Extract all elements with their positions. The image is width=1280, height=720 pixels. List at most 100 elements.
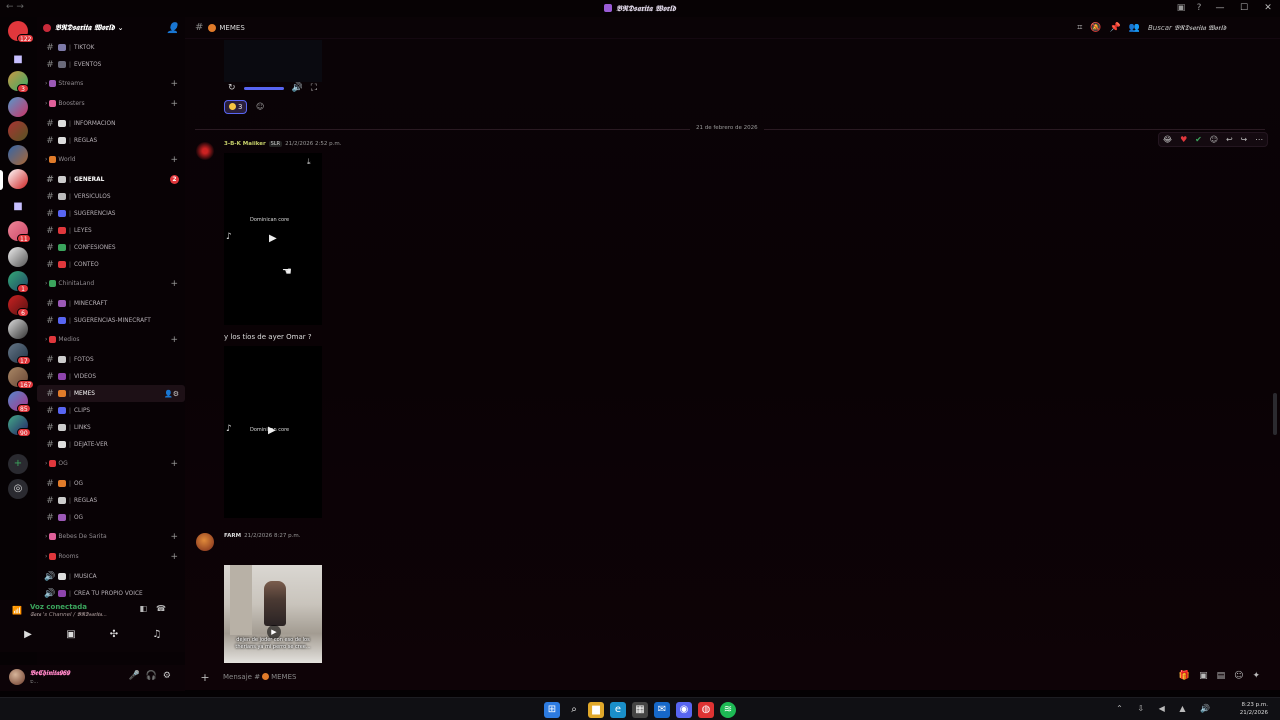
channel-item[interactable]: # | LEYES: [37, 222, 185, 239]
inbox-icon[interactable]: ▣: [1172, 0, 1190, 17]
server-icon-active[interactable]: [8, 169, 28, 189]
category-header[interactable]: › Bebes De Sarita +: [37, 528, 185, 545]
channel-item[interactable]: # | REGLAS: [37, 492, 185, 509]
volume-slider[interactable]: [243, 86, 284, 90]
add-channel-icon[interactable]: +: [170, 279, 178, 289]
channel-item[interactable]: # | OG: [37, 475, 185, 492]
server-icon-3[interactable]: [8, 121, 28, 141]
volume-icon[interactable]: 🔊: [292, 83, 303, 93]
channel-item[interactable]: # | EVENTOS: [37, 56, 185, 73]
store-icon[interactable]: ▦: [632, 702, 648, 718]
threads-icon[interactable]: ⌗: [1077, 23, 1082, 33]
heart-icon[interactable]: ♥: [1180, 135, 1187, 144]
channel-item[interactable]: # | CONTEO: [37, 256, 185, 273]
scrollbar[interactable]: [1273, 393, 1277, 435]
system-tray[interactable]: ⌃ ⇩ ◀ ▲ 🔊: [1116, 704, 1216, 713]
reply-icon[interactable]: ↩: [1226, 135, 1233, 144]
category-header[interactable]: › Boosters +: [37, 95, 185, 112]
members-icon[interactable]: 👥: [1129, 23, 1140, 33]
channel-item[interactable]: # | REGLAS: [37, 132, 185, 149]
add-channel-icon[interactable]: +: [170, 459, 178, 469]
file-explorer-icon[interactable]: ▆: [588, 702, 604, 718]
category-header[interactable]: › Medios +: [37, 331, 185, 348]
add-channel-icon[interactable]: +: [170, 552, 178, 562]
activities-icon[interactable]: ✣: [106, 627, 122, 643]
start-icon[interactable]: ⊞: [544, 702, 560, 718]
mail-icon[interactable]: ✉: [654, 702, 670, 718]
channel-item[interactable]: # | TIKTOK: [37, 39, 185, 56]
replay-icon[interactable]: ↻: [228, 83, 236, 93]
channel-item[interactable]: # | GENERAL 2: [37, 171, 185, 188]
channel-item[interactable]: # | MINECRAFT: [37, 295, 185, 312]
laugh-emoji-icon[interactable]: 😂: [1163, 135, 1172, 144]
server-icon-9[interactable]: [8, 319, 28, 339]
category-header[interactable]: › OG +: [37, 455, 185, 472]
folder-icon[interactable]: ■: [11, 200, 25, 214]
chrome-icon[interactable]: ◍: [698, 702, 714, 718]
search-icon[interactable]: ⌕: [566, 702, 582, 718]
fullscreen-icon[interactable]: ⛶: [311, 83, 317, 93]
channel-item[interactable]: # | SUGERENCIAS-MINECRAFT: [37, 312, 185, 329]
channel-item[interactable]: # | LINKS: [37, 419, 185, 436]
channel-item[interactable]: # | CONFESIONES: [37, 239, 185, 256]
add-reaction-icon[interactable]: ☺: [256, 102, 264, 111]
notifications-icon[interactable]: 🔕: [1090, 23, 1101, 33]
channel-item[interactable]: # | SUGERENCIAS: [37, 205, 185, 222]
add-channel-icon[interactable]: +: [170, 532, 178, 542]
channel-item[interactable]: # | MEMES 👤⚙: [37, 385, 185, 402]
attach-icon[interactable]: +: [195, 671, 215, 684]
play-icon[interactable]: ▶: [268, 425, 276, 436]
author-name[interactable]: FARM: [224, 533, 241, 539]
category-header[interactable]: › World +: [37, 151, 185, 168]
avatar[interactable]: [196, 533, 214, 551]
channel-item[interactable]: # | OG: [37, 509, 185, 526]
server-icon-4[interactable]: [8, 145, 28, 165]
maximize-button[interactable]: ☐: [1232, 0, 1256, 17]
add-reaction-icon[interactable]: ☺: [1210, 135, 1218, 144]
voice-channel-name[interactable]: 𝕾𝖆𝖗𝖆 's Channel / 𝕭𝕽𝕯𝖘𝖆𝖗𝖎𝖙𝖆...: [30, 612, 107, 619]
channel-item[interactable]: # | VERSICULOS: [37, 188, 185, 205]
add-channel-icon[interactable]: +: [170, 335, 178, 345]
server-header[interactable]: 𝕭𝕽𝕯𝖘𝖆𝖗𝖎𝖙𝖆 𝖂𝖔𝖗𝖑𝖉 ⌄ 👤: [37, 17, 185, 39]
camera-icon[interactable]: ▶: [20, 627, 36, 643]
channel-item[interactable]: 🔊 | MUSICA: [37, 568, 185, 585]
clock[interactable]: 8:23 p.m. 21/2/2026: [1240, 701, 1268, 717]
category-header[interactable]: › Rooms +: [37, 548, 185, 565]
user-controls[interactable]: 🎤🎧⚙: [129, 671, 177, 681]
forward-icon[interactable]: ↪: [1241, 135, 1248, 144]
soundboard-icon[interactable]: ♫: [149, 627, 165, 643]
folder-icon[interactable]: ■: [11, 53, 25, 67]
pin-icon[interactable]: 📌: [1110, 23, 1121, 33]
video-thumbnail[interactable]: ▶ dejen de joder con eso de los therians…: [224, 565, 322, 663]
avatar[interactable]: [9, 669, 25, 685]
avatar[interactable]: [196, 142, 214, 160]
username[interactable]: 𝕭𝖊𝕮𝖍𝖎𝖓𝖎𝖙𝖆𝟵𝟲𝟵: [30, 669, 70, 678]
channel-item[interactable]: # | DEJATE-VER: [37, 436, 185, 453]
channel-item[interactable]: # | VIDEOS: [37, 368, 185, 385]
voice-tools[interactable]: ◧☎: [139, 604, 175, 613]
play-icon[interactable]: ▶: [269, 233, 277, 244]
category-header[interactable]: › ChinitaLand +: [37, 275, 185, 292]
search-input[interactable]: Buscar 𝕭𝕽𝕯𝖘𝖆𝖗𝖎𝖙𝖆 𝖂𝖔𝖗𝖑𝖉: [1148, 21, 1270, 35]
edge-icon[interactable]: e: [610, 702, 626, 718]
voice-status[interactable]: Voz conectada: [30, 603, 87, 611]
channel-item[interactable]: # | INFORMACION: [37, 115, 185, 132]
composer-tools[interactable]: 🎁▣▤☺✦: [1179, 671, 1269, 681]
server-icon-2[interactable]: [8, 97, 28, 117]
author-name[interactable]: 3-B-K Maiiker: [224, 141, 266, 147]
spotify-icon[interactable]: ≋: [720, 702, 736, 718]
invite-icon[interactable]: 👤: [167, 23, 179, 34]
check-icon[interactable]: ✔: [1195, 135, 1202, 144]
server-icon-6[interactable]: [8, 247, 28, 267]
close-button[interactable]: ✕: [1256, 0, 1280, 17]
add-channel-icon[interactable]: +: [170, 155, 178, 165]
video-embed-previous[interactable]: [224, 40, 322, 82]
category-header[interactable]: › Streams +: [37, 75, 185, 92]
minimize-button[interactable]: —: [1208, 0, 1232, 17]
add-channel-icon[interactable]: +: [170, 79, 178, 89]
screen-share-icon[interactable]: ▣: [63, 627, 79, 643]
channel-item[interactable]: # | FOTOS: [37, 351, 185, 368]
download-icon[interactable]: ⤓: [307, 157, 311, 167]
channel-item[interactable]: # | CLIPS: [37, 402, 185, 419]
discord-icon[interactable]: ◉: [676, 702, 692, 718]
